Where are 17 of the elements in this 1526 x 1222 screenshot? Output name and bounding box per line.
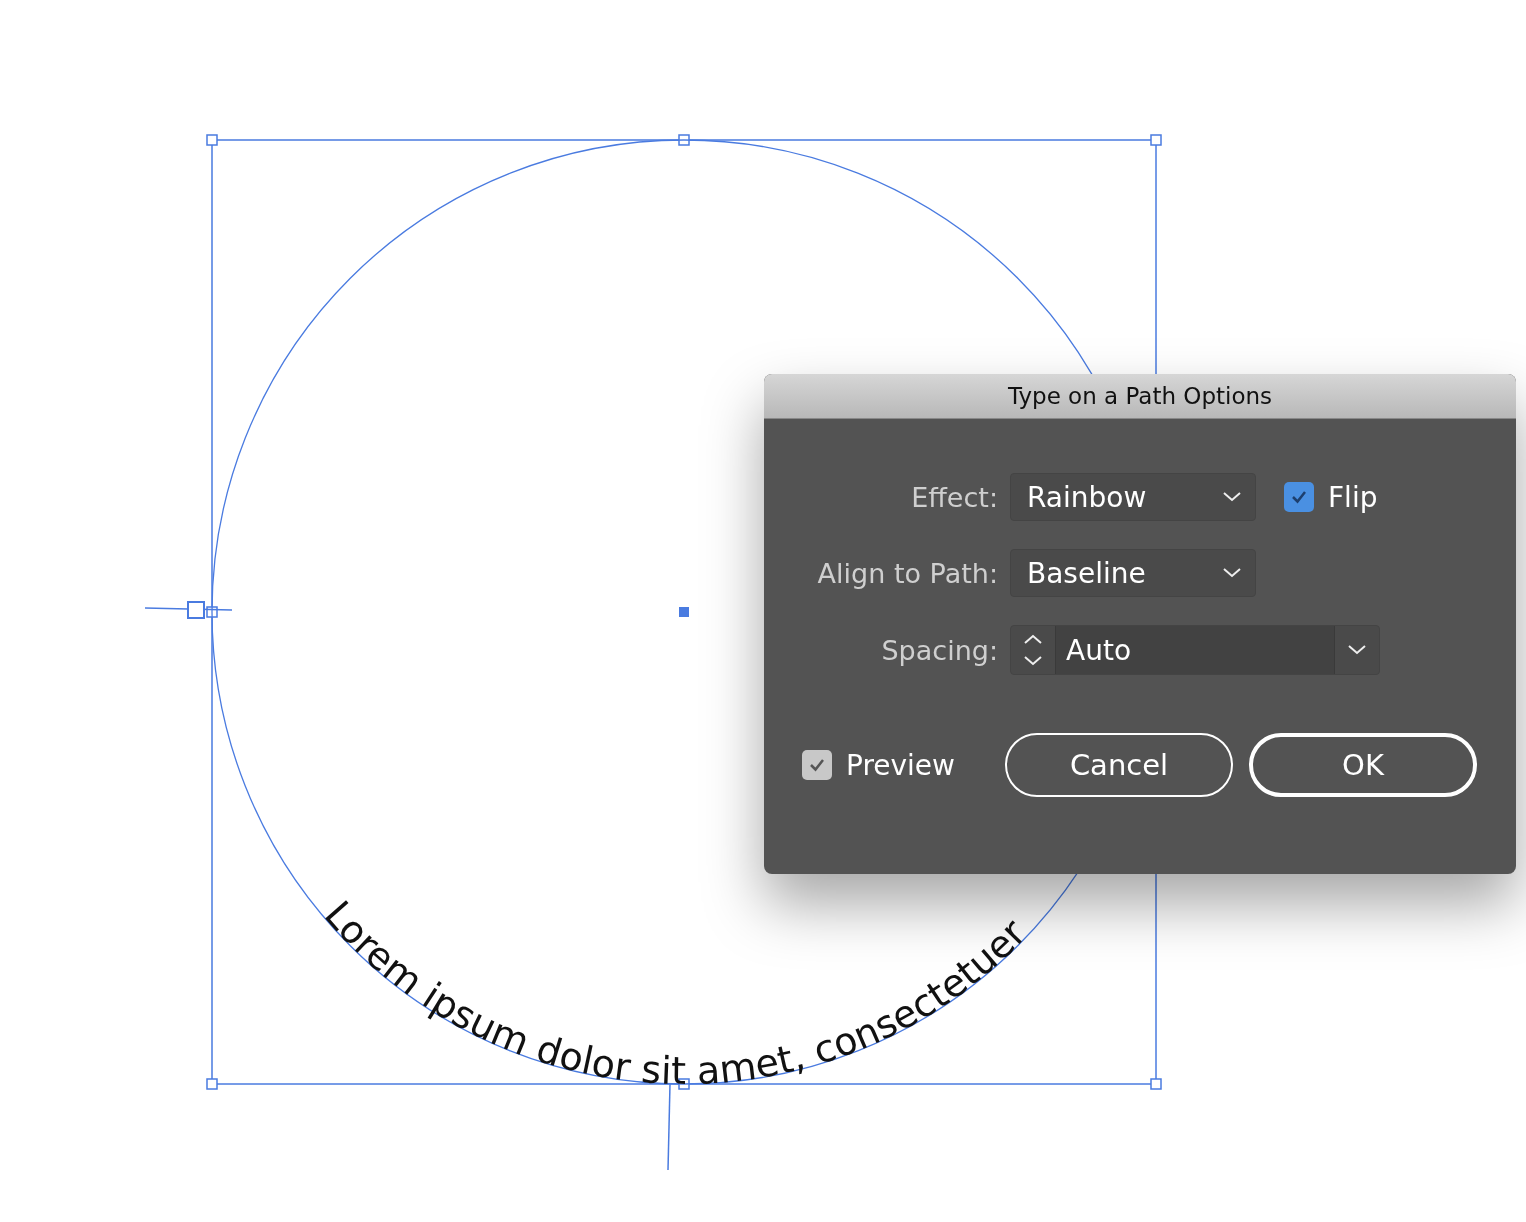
spacing-combo-field[interactable]: Auto bbox=[1010, 625, 1380, 675]
start-bracket-handle[interactable] bbox=[144, 601, 233, 619]
dropdown[interactable]: Rainbow bbox=[1010, 473, 1256, 521]
dialog-title: Type on a Path Options bbox=[1007, 383, 1273, 409]
field-label: Align to Path: bbox=[816, 557, 998, 589]
dropdown[interactable]: Baseline bbox=[1010, 549, 1256, 597]
checkbox[interactable]: Flip bbox=[1284, 480, 1378, 514]
center-point bbox=[679, 607, 689, 617]
field-label: Effect: bbox=[910, 481, 998, 513]
chevron-down-icon bbox=[1223, 492, 1241, 502]
chevron-down-icon bbox=[1348, 645, 1366, 655]
ok-button[interactable]: OK bbox=[1249, 733, 1477, 797]
checkbox[interactable]: Preview bbox=[802, 748, 955, 782]
end-bracket-handle[interactable] bbox=[667, 1083, 671, 1171]
field-label: Spacing: bbox=[880, 634, 998, 666]
cancel-button[interactable]: Cancel bbox=[1005, 733, 1233, 797]
chevron-down-icon bbox=[1223, 568, 1241, 578]
